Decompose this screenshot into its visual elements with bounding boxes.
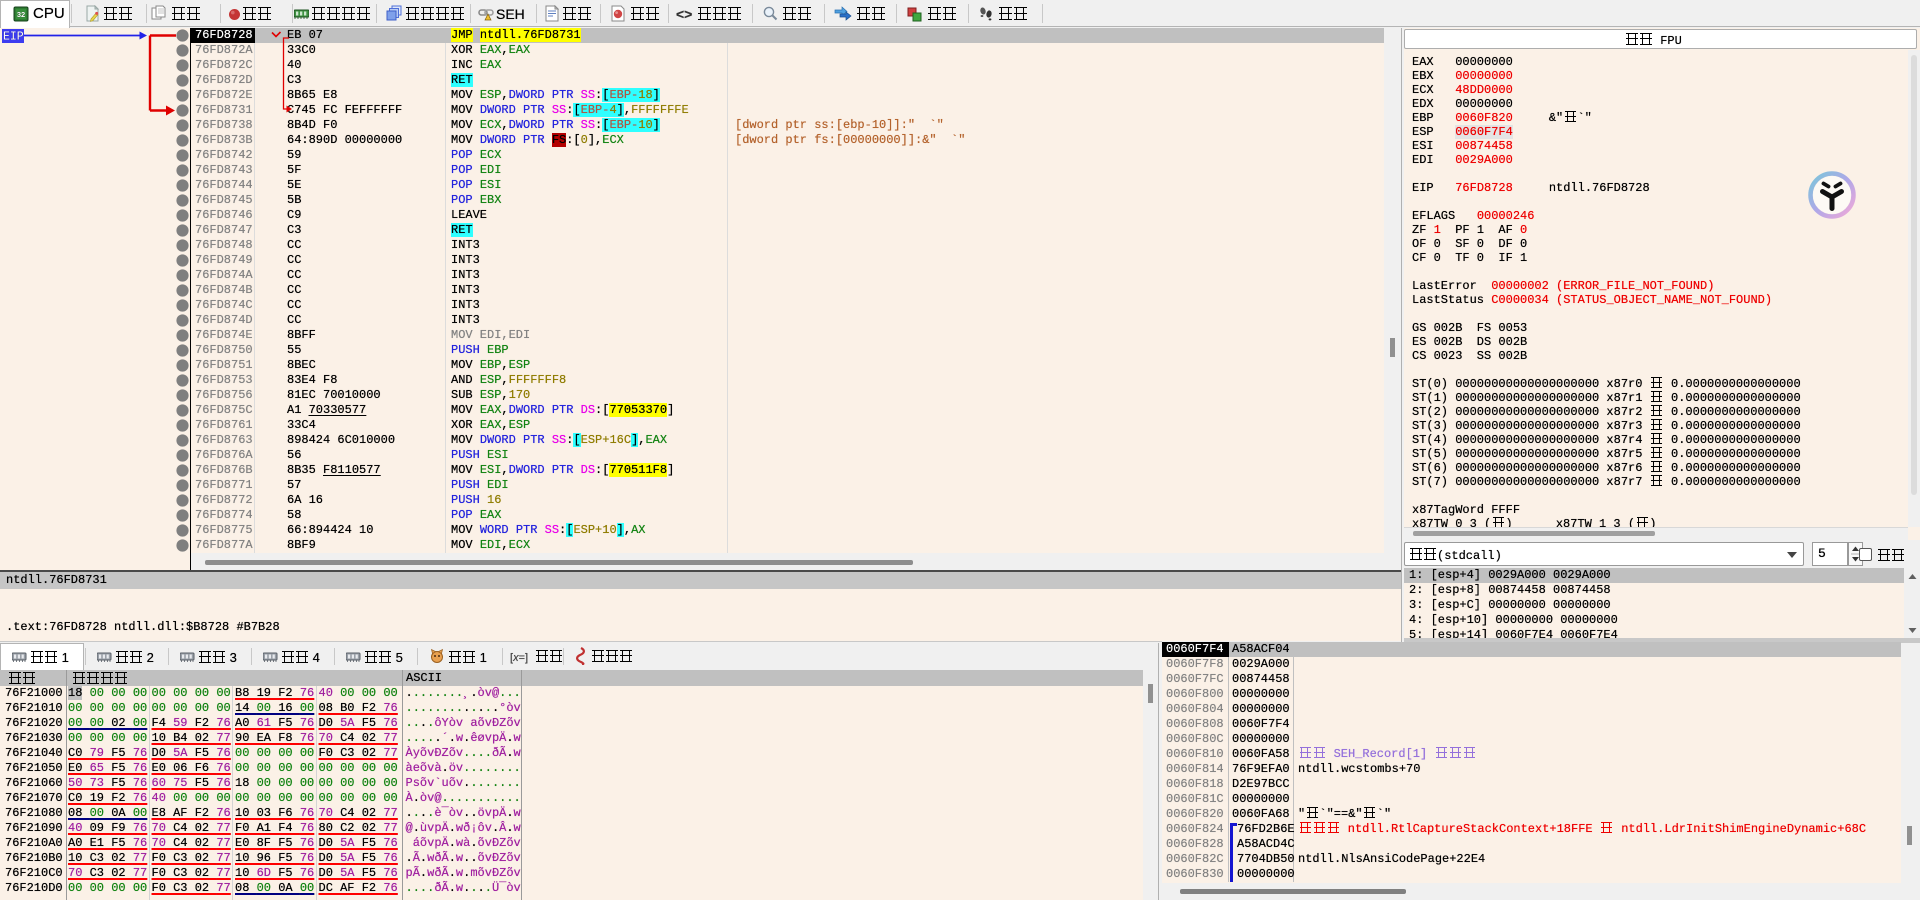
svg-text:EIP: EIP	[3, 31, 24, 44]
svg-text:32: 32	[17, 10, 25, 19]
